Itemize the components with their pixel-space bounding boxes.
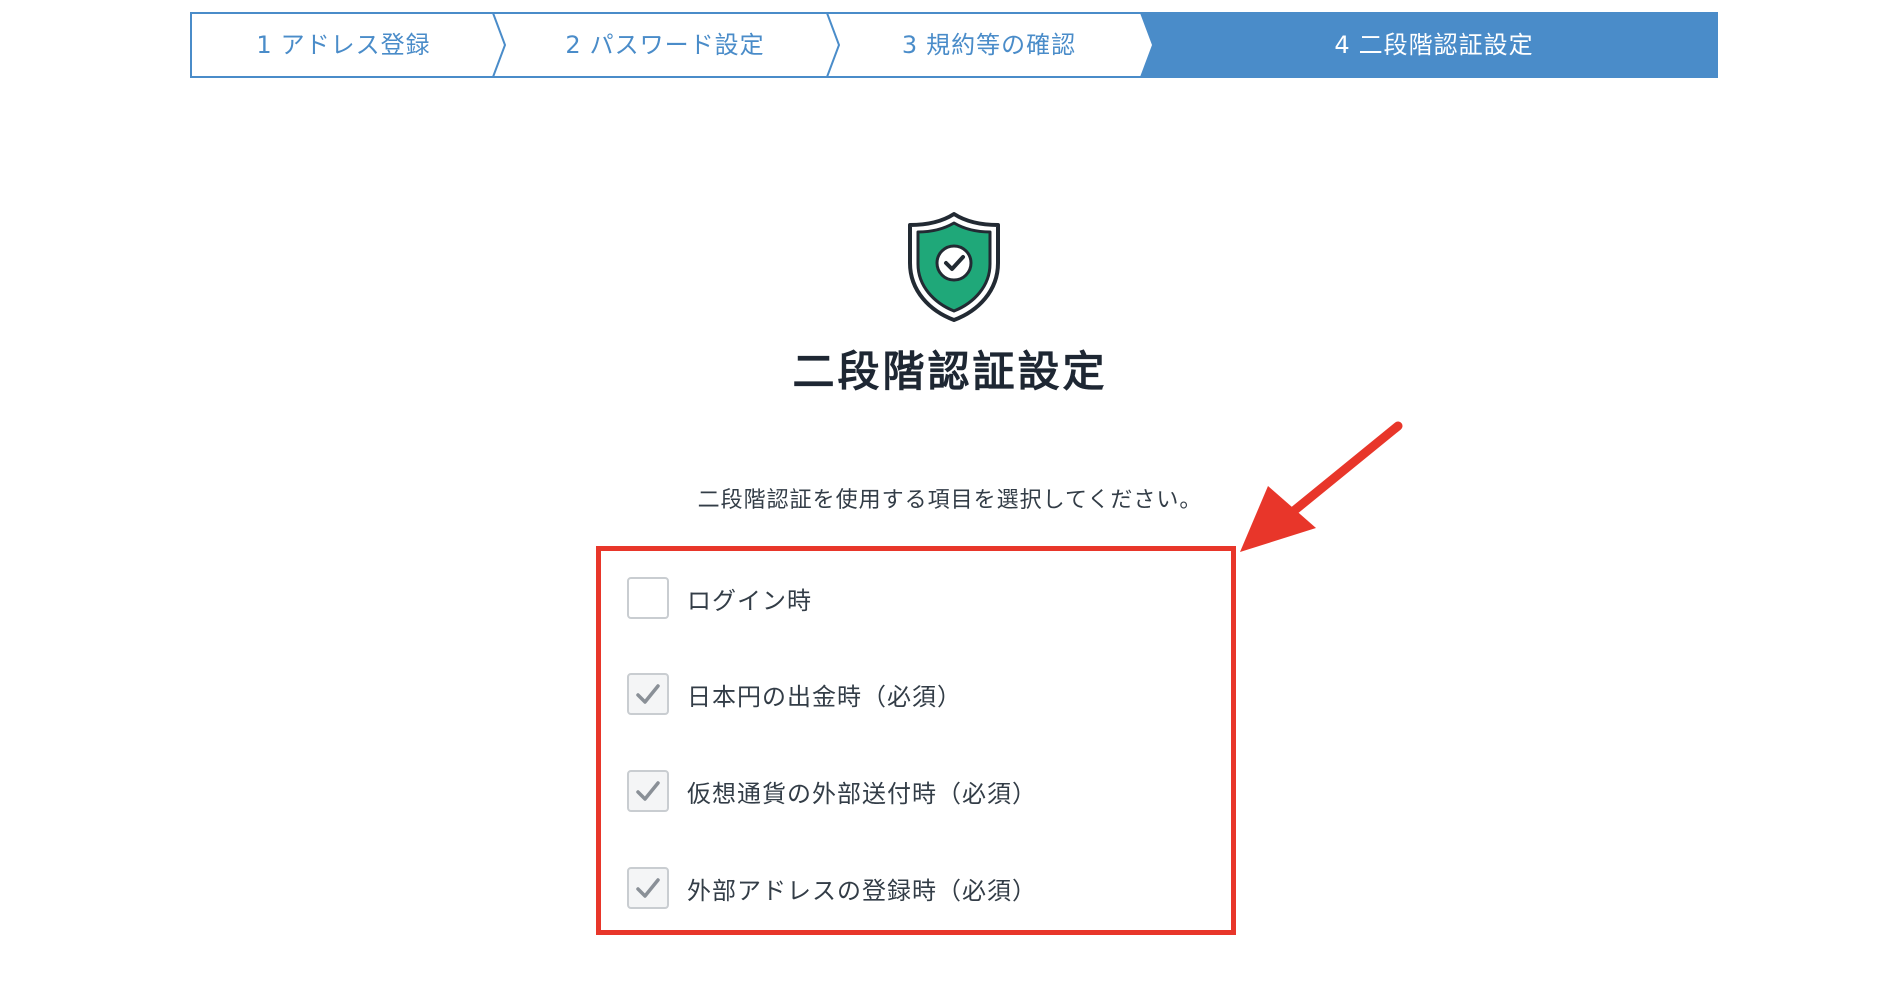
two-factor-setup-page: 1 アドレス登録 2 パスワード設定 3 規約等の確認 4 二段階認証設定 二段階認証設… bbox=[0, 0, 1900, 997]
crypto-transfer-checkbox[interactable] bbox=[627, 770, 669, 812]
step-1-number: 1 bbox=[256, 31, 273, 59]
option-login[interactable]: ログイン時 bbox=[627, 575, 812, 621]
option-jpy-withdrawal[interactable]: 日本円の出金時（必須） bbox=[627, 671, 962, 717]
step-3[interactable]: 3 規約等の確認 bbox=[833, 12, 1145, 78]
option-jpy-withdrawal-label: 日本円の出金時（必須） bbox=[687, 682, 962, 711]
jpy-withdrawal-checkbox[interactable] bbox=[627, 673, 669, 715]
checkmark-icon bbox=[636, 878, 660, 898]
step-4[interactable]: 4 二段階認証設定 bbox=[1152, 12, 1716, 78]
option-address-registration[interactable]: 外部アドレスの登録時（必須） bbox=[627, 865, 1037, 911]
option-login-label: ログイン時 bbox=[687, 586, 812, 615]
option-crypto-transfer[interactable]: 仮想通貨の外部送付時（必須） bbox=[627, 768, 1037, 814]
step-1[interactable]: 1 アドレス登録 bbox=[190, 12, 497, 78]
shield-check-icon bbox=[908, 212, 1000, 322]
step-3-label: 規約等の確認 bbox=[926, 31, 1077, 59]
page-title: 二段階認証設定 bbox=[792, 347, 1108, 396]
step-2[interactable]: 2 パスワード設定 bbox=[497, 12, 833, 78]
checkmark-icon bbox=[636, 684, 660, 704]
step-3-number: 3 bbox=[901, 31, 919, 59]
option-address-registration-label: 外部アドレスの登録時（必須） bbox=[687, 876, 1037, 905]
red-arrow-icon bbox=[1240, 421, 1403, 552]
step-2-label: パスワード設定 bbox=[589, 31, 765, 59]
address-registration-checkbox[interactable] bbox=[627, 867, 669, 909]
step-4-label: 二段階認証設定 bbox=[1358, 31, 1534, 59]
step-2-number: 2 bbox=[565, 31, 582, 59]
step-1-label: アドレス登録 bbox=[280, 31, 431, 59]
step-4-number: 4 bbox=[1334, 31, 1351, 59]
step-indicator: 1 アドレス登録 2 パスワード設定 3 規約等の確認 4 二段階認証設定 bbox=[190, 12, 1718, 78]
instruction-text: 二段階認証を使用する項目を選択してください。 bbox=[697, 488, 1203, 513]
checkmark-icon bbox=[636, 781, 660, 801]
option-crypto-transfer-label: 仮想通貨の外部送付時（必須） bbox=[687, 779, 1037, 808]
login-checkbox[interactable] bbox=[627, 577, 669, 619]
